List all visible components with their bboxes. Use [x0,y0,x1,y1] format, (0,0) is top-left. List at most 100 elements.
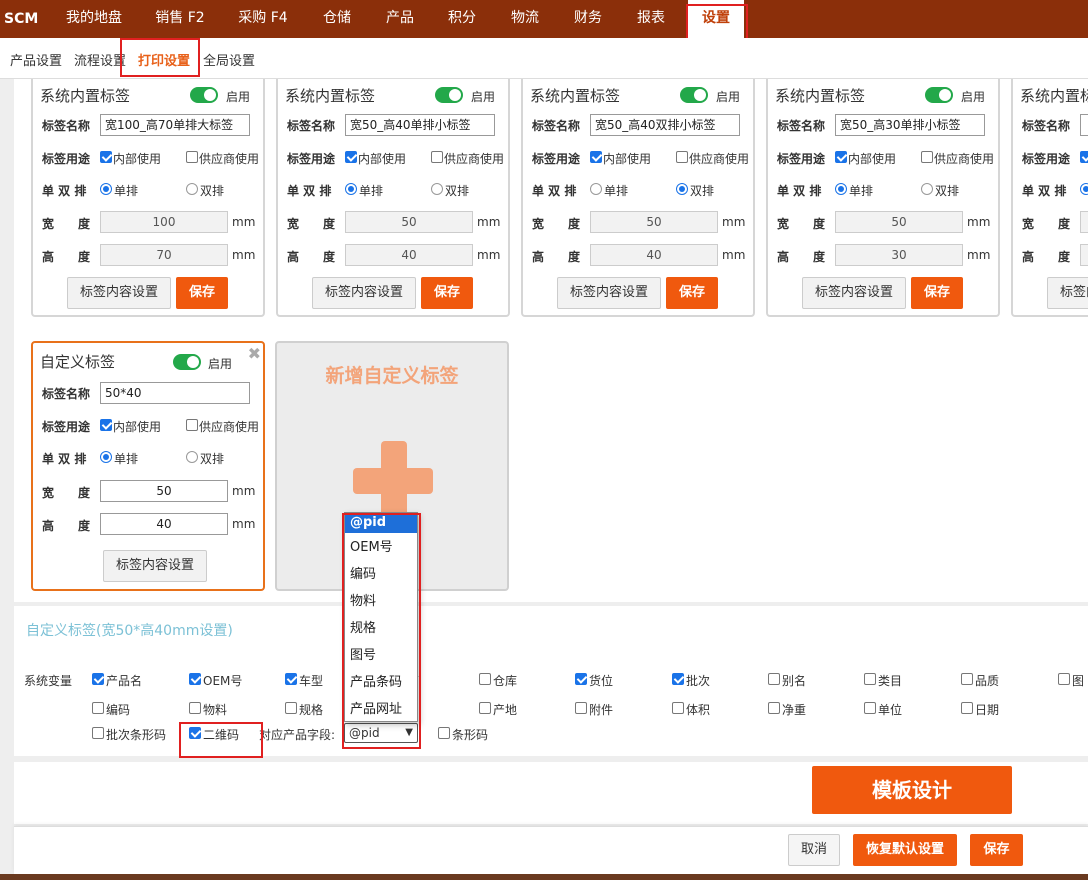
supplier-use-checkbox[interactable] [676,151,688,163]
var-r1-2-checkbox[interactable] [285,673,297,685]
var-r1-4-checkbox[interactable] [479,673,491,685]
var-r1-7-checkbox[interactable] [768,673,780,685]
var-r2-8-checkbox[interactable] [864,702,876,714]
double-row-radio[interactable] [921,183,933,195]
nav-item-storage[interactable]: 仓储 [312,0,362,38]
cancel-button[interactable]: 取消 [788,834,840,866]
double-row-radio[interactable] [186,183,198,195]
supplier-use-checkbox[interactable] [431,151,443,163]
var-r1-1-checkbox[interactable] [189,673,201,685]
var-r2-2-checkbox[interactable] [285,702,297,714]
var-r2-1-checkbox[interactable] [189,702,201,714]
nav-item-settings[interactable]: 设置 [688,0,744,38]
width-input[interactable]: 50 [345,211,473,233]
enable-toggle[interactable] [173,354,201,370]
var-r2-0-checkbox[interactable] [92,702,104,714]
internal-use-checkbox[interactable] [345,151,357,163]
internal-use-checkbox[interactable] [835,151,847,163]
enable-toggle[interactable] [190,87,218,103]
enable-toggle[interactable] [680,87,708,103]
single-row-radio[interactable] [100,451,112,463]
height-input[interactable]: 40 [345,244,473,266]
template-design-button[interactable]: 模板设计 [812,766,1012,814]
label-content-settings-button[interactable]: 标签内容设置 [103,550,207,582]
enable-toggle[interactable] [435,87,463,103]
var-r2-4-checkbox[interactable] [479,702,491,714]
supplier-use-checkbox[interactable] [186,151,198,163]
nav-item-purchase[interactable]: 采购 F4 [228,0,298,38]
dropdown-option[interactable]: 图号 [345,643,417,669]
label-name-input[interactable]: 宽50_高30单排小标签 [835,114,985,136]
tab-global-settings[interactable]: 全局设置 [203,50,255,69]
nav-item-reports[interactable]: 报表 [626,0,676,38]
tab-print-settings[interactable]: 打印设置 [138,50,190,69]
supplier-use-checkbox[interactable] [921,151,933,163]
label-name-input[interactable]: 宽100_高70单排大标签 [100,114,250,136]
product-field-select[interactable]: @pid ▼ [344,723,418,743]
var-r1-9-checkbox[interactable] [961,673,973,685]
label-name-input[interactable]: 宽50_高40双排小标签 [590,114,740,136]
var-r2-5-checkbox[interactable] [575,702,587,714]
tab-flow-settings[interactable]: 流程设置 [74,50,126,69]
label-name-input[interactable] [1080,114,1088,136]
dropdown-option[interactable]: 编码 [345,562,417,588]
var-r2-6-checkbox[interactable] [672,702,684,714]
height-input[interactable]: 70 [100,244,228,266]
single-row-radio[interactable] [835,183,847,195]
label-name-input[interactable]: 宽50_高40单排小标签 [345,114,495,136]
tab-product-settings[interactable]: 产品设置 [10,50,62,69]
height-input[interactable]: 30 [835,244,963,266]
var-r2-7-checkbox[interactable] [768,702,780,714]
height-input[interactable]: 40 [590,244,718,266]
label-name-input[interactable]: 50*40 [100,382,250,404]
nav-item-sales[interactable]: 销售 F2 [146,0,214,38]
internal-use-checkbox[interactable] [100,419,112,431]
single-row-radio[interactable] [590,183,602,195]
label-content-settings-button[interactable]: 标签内容设置 [802,277,906,309]
save-button[interactable]: 保存 [421,277,473,309]
nav-item-my-area[interactable]: 我的地盘 [58,0,130,38]
dropdown-option[interactable]: 产品条码 [345,670,417,696]
dropdown-option[interactable]: @pid [345,513,417,533]
internal-use-checkbox[interactable] [1080,151,1088,163]
width-input[interactable]: 50 [590,211,718,233]
save-button[interactable]: 保存 [911,277,963,309]
height-input[interactable]: 40 [100,513,228,535]
single-row-radio[interactable] [345,183,357,195]
width-input[interactable] [1080,211,1088,233]
width-input[interactable]: 100 [100,211,228,233]
dropdown-option[interactable]: OEM号 [345,535,417,561]
dropdown-option[interactable]: 物料 [345,589,417,615]
supplier-use-checkbox[interactable] [186,419,198,431]
qrcode-checkbox[interactable] [189,727,201,739]
double-row-radio[interactable] [186,451,198,463]
var-r2-9-checkbox[interactable] [961,702,973,714]
barcode-checkbox[interactable] [438,727,450,739]
var-r1-10-checkbox[interactable] [1058,673,1070,685]
var-r1-8-checkbox[interactable] [864,673,876,685]
enable-toggle[interactable] [925,87,953,103]
var-r1-5-checkbox[interactable] [575,673,587,685]
nav-item-logistics[interactable]: 物流 [500,0,550,38]
nav-item-finance[interactable]: 财务 [563,0,613,38]
double-row-radio[interactable] [431,183,443,195]
var-r1-0-checkbox[interactable] [92,673,104,685]
width-input[interactable]: 50 [835,211,963,233]
restore-defaults-button[interactable]: 恢复默认设置 [853,834,957,866]
save-button[interactable]: 保存 [666,277,718,309]
label-content-settings-button[interactable]: 标签内容设置 [67,277,171,309]
close-icon[interactable]: ✖ [248,344,261,363]
internal-use-checkbox[interactable] [590,151,602,163]
nav-item-points[interactable]: 积分 [437,0,487,38]
height-input[interactable] [1080,244,1088,266]
save-button[interactable]: 保存 [176,277,228,309]
dropdown-option[interactable]: 规格 [345,616,417,642]
var-r1-6-checkbox[interactable] [672,673,684,685]
label-content-settings-button[interactable]: 标签内容设置 [312,277,416,309]
label-content-settings-button[interactable]: 标签内容设置 [1047,277,1088,309]
single-row-radio[interactable] [100,183,112,195]
batch-barcode-checkbox[interactable] [92,727,104,739]
double-row-radio[interactable] [676,183,688,195]
label-content-settings-button[interactable]: 标签内容设置 [557,277,661,309]
single-row-radio[interactable] [1080,183,1088,195]
